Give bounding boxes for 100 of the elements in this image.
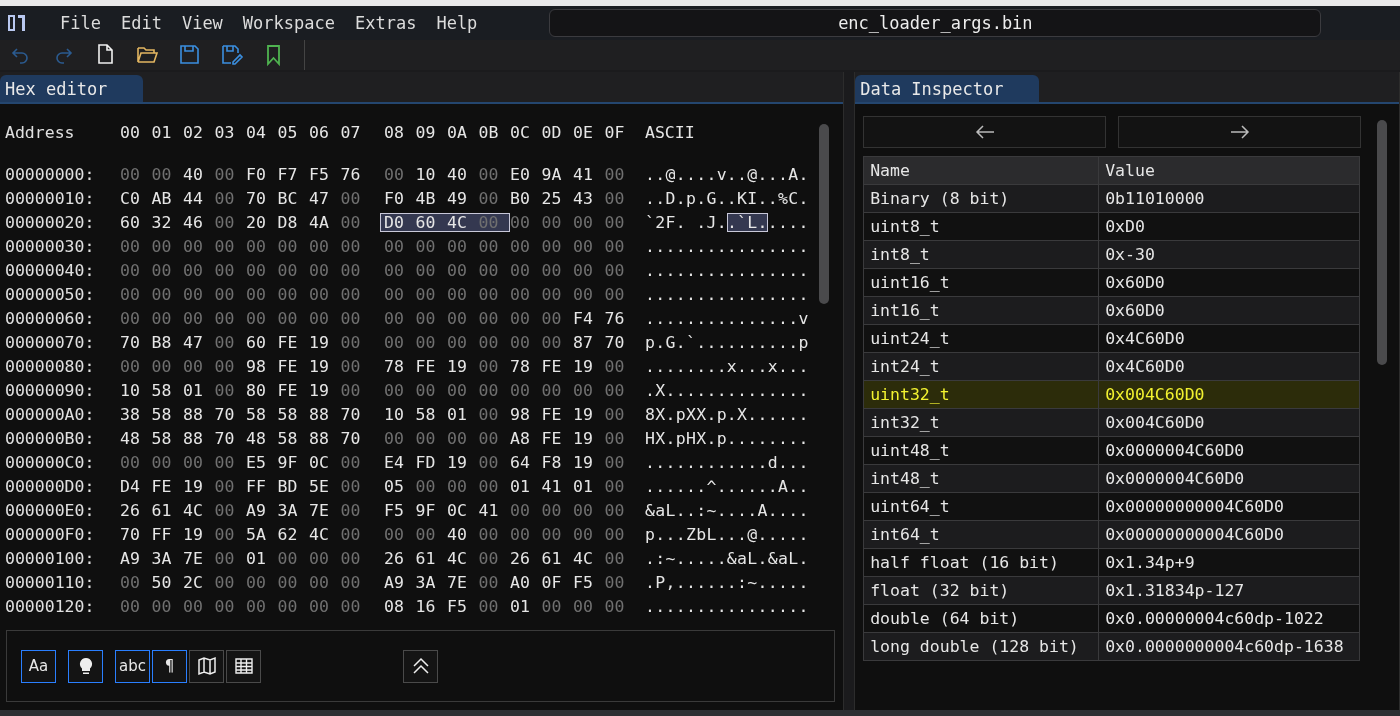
hex-byte[interactable]: 00: [478, 188, 510, 208]
hex-byte[interactable]: 19: [573, 356, 605, 376]
hex-byte[interactable]: 00: [541, 260, 573, 280]
hex-byte[interactable]: 00: [120, 308, 152, 328]
hex-byte[interactable]: 00: [214, 260, 246, 280]
hex-byte[interactable]: 00: [478, 452, 510, 472]
value-cell[interactable]: 0x004C60D0: [1098, 380, 1360, 409]
value-cell[interactable]: 0x1.31834p-127: [1098, 576, 1360, 605]
hex-editor-tab[interactable]: Hex editor: [0, 75, 144, 102]
hex-byte[interactable]: 00: [415, 524, 447, 544]
type-name-cell[interactable]: float (32 bit): [863, 576, 1099, 605]
hex-byte[interactable]: 88: [183, 404, 215, 424]
hex-byte[interactable]: 00: [604, 212, 636, 232]
toggle-button[interactable]: Aa: [21, 649, 56, 683]
hex-byte[interactable]: 00: [604, 236, 636, 256]
hex-byte[interactable]: 60: [246, 332, 278, 352]
hex-byte[interactable]: 00: [510, 332, 542, 352]
hex-byte[interactable]: 00: [415, 284, 447, 304]
hex-byte[interactable]: 00: [447, 332, 479, 352]
hex-byte[interactable]: 20: [246, 212, 278, 232]
hex-byte[interactable]: 4C: [573, 548, 605, 568]
hex-byte[interactable]: 00: [604, 476, 636, 496]
hex-byte[interactable]: 00: [573, 596, 605, 616]
value-cell[interactable]: 0b11010000: [1098, 184, 1360, 213]
value-cell[interactable]: 0x-30: [1098, 240, 1360, 269]
hex-byte[interactable]: 00: [541, 500, 573, 520]
hex-byte[interactable]: 00: [478, 428, 510, 448]
hex-byte[interactable]: 88: [309, 404, 341, 424]
hex-byte[interactable]: 61: [151, 500, 183, 520]
hex-byte[interactable]: 00: [340, 548, 372, 568]
hex-byte[interactable]: 00: [447, 428, 479, 448]
hex-byte[interactable]: 19: [447, 452, 479, 472]
hex-byte[interactable]: 00: [120, 452, 152, 472]
hex-byte[interactable]: 00: [541, 236, 573, 256]
hex-byte[interactable]: E5: [246, 452, 278, 472]
hex-byte[interactable]: 26: [120, 500, 152, 520]
hex-byte[interactable]: 00: [604, 188, 636, 208]
hex-byte[interactable]: 62: [277, 524, 309, 544]
value-cell[interactable]: 0x0000004C60D0: [1098, 464, 1360, 493]
hex-byte[interactable]: FF: [151, 524, 183, 544]
hex-byte[interactable]: 00: [478, 164, 510, 184]
hex-byte[interactable]: 78: [510, 356, 542, 376]
hex-byte[interactable]: 4C: [309, 524, 341, 544]
hex-byte[interactable]: 5A: [246, 524, 278, 544]
type-name-cell[interactable]: int8_t: [863, 240, 1099, 269]
type-name-cell[interactable]: int32_t: [863, 408, 1099, 437]
hex-byte[interactable]: 32: [151, 212, 183, 232]
hex-byte[interactable]: 00: [340, 260, 372, 280]
hex-byte[interactable]: 00: [183, 236, 215, 256]
hex-byte[interactable]: 88: [183, 428, 215, 448]
hex-byte[interactable]: 43: [573, 188, 605, 208]
hex-byte[interactable]: 70: [246, 188, 278, 208]
hex-byte[interactable]: 70: [120, 332, 152, 352]
hex-byte[interactable]: 00: [478, 356, 510, 376]
hex-byte[interactable]: 87: [573, 332, 605, 352]
hex-byte[interactable]: 7E: [183, 548, 215, 568]
type-name-cell[interactable]: uint8_t: [863, 212, 1099, 241]
type-name-cell[interactable]: uint64_t: [863, 492, 1099, 521]
hex-byte[interactable]: 00: [277, 548, 309, 568]
hex-byte[interactable]: FF: [246, 476, 278, 496]
hex-byte[interactable]: 00: [340, 332, 372, 352]
hex-byte[interactable]: 98: [510, 404, 542, 424]
hex-byte[interactable]: 00: [604, 572, 636, 592]
hex-byte[interactable]: 00: [510, 284, 542, 304]
hex-byte[interactable]: 00: [340, 188, 372, 208]
menu-item[interactable]: View: [171, 13, 233, 33]
hex-byte[interactable]: 00: [478, 236, 510, 256]
hex-byte[interactable]: 44: [183, 188, 215, 208]
hex-byte[interactable]: 00: [183, 452, 215, 472]
hex-byte[interactable]: 4C: [447, 548, 479, 568]
hex-byte[interactable]: 00: [183, 260, 215, 280]
type-name-cell[interactable]: uint32_t: [863, 380, 1099, 409]
hex-byte[interactable]: F5: [309, 164, 341, 184]
hex-byte[interactable]: 00: [604, 524, 636, 544]
hex-byte[interactable]: 00: [183, 356, 215, 376]
hex-byte[interactable]: 19: [183, 524, 215, 544]
type-name-cell[interactable]: double (64 bit): [863, 604, 1099, 633]
menu-item[interactable]: Help: [426, 13, 488, 33]
hex-byte[interactable]: 00: [277, 572, 309, 592]
hex-byte[interactable]: B8: [151, 332, 183, 352]
hex-byte[interactable]: 58: [277, 404, 309, 424]
type-name-cell[interactable]: uint16_t: [863, 268, 1099, 297]
hex-byte[interactable]: 70: [340, 404, 372, 424]
hex-byte[interactable]: 00: [541, 308, 573, 328]
hex-byte[interactable]: 00: [151, 356, 183, 376]
hex-byte[interactable]: 00: [214, 524, 246, 544]
hex-byte[interactable]: A9: [384, 572, 416, 592]
hex-byte[interactable]: 00: [478, 260, 510, 280]
hex-byte[interactable]: 00: [604, 500, 636, 520]
hex-byte[interactable]: 00: [447, 236, 479, 256]
hex-byte[interactable]: 00: [340, 572, 372, 592]
hex-byte[interactable]: AB: [151, 188, 183, 208]
hex-byte[interactable]: 00: [183, 284, 215, 304]
hex-byte[interactable]: 00: [340, 452, 372, 472]
scrollbar-thumb[interactable]: [1377, 120, 1387, 365]
type-name-cell[interactable]: long double (128 bit): [863, 632, 1099, 661]
hex-byte[interactable]: 7E: [309, 500, 341, 520]
hex-byte[interactable]: 00: [151, 260, 183, 280]
hex-byte[interactable]: 00: [415, 476, 447, 496]
hex-byte[interactable]: FD: [415, 452, 447, 472]
